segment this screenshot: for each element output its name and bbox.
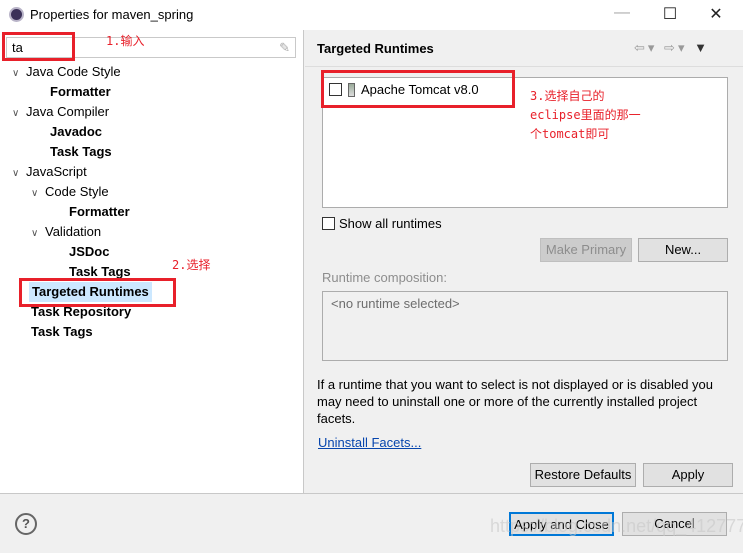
tree-item-label: Formatter — [50, 84, 111, 99]
show-all-checkbox[interactable] — [322, 217, 335, 230]
chevron-down-icon[interactable]: ∨ — [31, 224, 45, 244]
tree-item-label: Javadoc — [50, 124, 103, 139]
highlight-box-runtime — [321, 70, 515, 108]
tree-item[interactable]: ∨ Java Compiler — [12, 102, 109, 122]
tree-item[interactable]: Task Tags — [50, 142, 112, 162]
tree-item-label: Task Tags — [69, 264, 131, 279]
tree-item-label: Validation — [45, 224, 102, 239]
tree-item[interactable]: JSDoc — [69, 242, 109, 262]
preference-tree-panel — [0, 30, 304, 493]
divider — [305, 66, 743, 67]
tree-item[interactable]: ∨ Java Code Style — [12, 62, 121, 82]
tree-item[interactable]: ∨ Validation — [31, 222, 101, 242]
uninstall-facets-link[interactable]: Uninstall Facets... — [318, 435, 421, 450]
show-all-label: Show all runtimes — [339, 216, 442, 231]
clear-icon[interactable]: ✎ — [279, 40, 290, 56]
tree-item-label: Task Tags — [31, 324, 93, 339]
composition-label: Runtime composition: — [322, 270, 447, 285]
highlight-box-filter — [2, 32, 75, 61]
tree-item[interactable]: Task Tags — [31, 322, 93, 342]
composition-box: <no runtime selected> — [322, 291, 728, 361]
page-title: Targeted Runtimes — [317, 41, 434, 56]
tree-item[interactable]: Formatter — [69, 202, 130, 222]
help-icon[interactable]: ? — [15, 513, 37, 535]
tree-item[interactable]: ∨ JavaScript — [12, 162, 87, 182]
chevron-down-icon[interactable]: ∨ — [31, 184, 45, 204]
new-button[interactable]: New... — [638, 238, 728, 262]
chevron-down-icon[interactable]: ∨ — [12, 64, 26, 84]
menu-icon[interactable]: ▼ — [694, 40, 710, 55]
close-button[interactable]: ✕ — [701, 4, 731, 26]
back-icon[interactable]: ⇦▾ — [634, 40, 657, 55]
minimize-button[interactable]: — — [607, 4, 637, 26]
tree-item-label: Java Code Style — [26, 64, 121, 79]
maximize-button[interactable]: ☐ — [655, 4, 685, 26]
tree-item-label: JavaScript — [26, 164, 87, 179]
tree-item[interactable]: Formatter — [50, 82, 111, 102]
chevron-down-icon[interactable]: ∨ — [12, 104, 26, 124]
tree-item-label: Code Style — [45, 184, 109, 199]
nav-arrows[interactable]: ⇦▾ ⇨▾ ▼ — [634, 40, 710, 56]
eclipse-icon — [9, 7, 24, 22]
highlight-box-targeted-runtimes — [19, 278, 176, 307]
window-title: Properties for maven_spring — [30, 7, 194, 22]
show-all-runtimes[interactable]: Show all runtimes — [322, 216, 442, 231]
tree-item[interactable]: ∨ Code Style — [31, 182, 109, 202]
annotation-2: 2.选择 — [172, 258, 211, 272]
tree-item-label: Formatter — [69, 204, 130, 219]
tree-item-label: JSDoc — [69, 244, 110, 259]
footer-divider — [0, 493, 743, 494]
tree-item[interactable]: Javadoc — [50, 122, 102, 142]
annotation-1: 1.输入 — [106, 34, 145, 48]
make-primary-button[interactable]: Make Primary — [540, 238, 632, 262]
apply-button[interactable]: Apply — [643, 463, 733, 487]
restore-defaults-button[interactable]: Restore Defaults — [530, 463, 636, 487]
forward-icon[interactable]: ⇨▾ — [664, 40, 687, 55]
watermark: https://blog.csdn.net/qq_41277773 — [490, 516, 743, 536]
chevron-down-icon[interactable]: ∨ — [12, 164, 26, 184]
info-text: If a runtime that you want to select is … — [317, 377, 713, 426]
annotation-3: 3.选择自己的 eclipse里面的那一 个tomcat即可 — [530, 89, 641, 141]
tree-item-label: Java Compiler — [26, 104, 110, 119]
tree-item-label: Task Tags — [50, 144, 112, 159]
